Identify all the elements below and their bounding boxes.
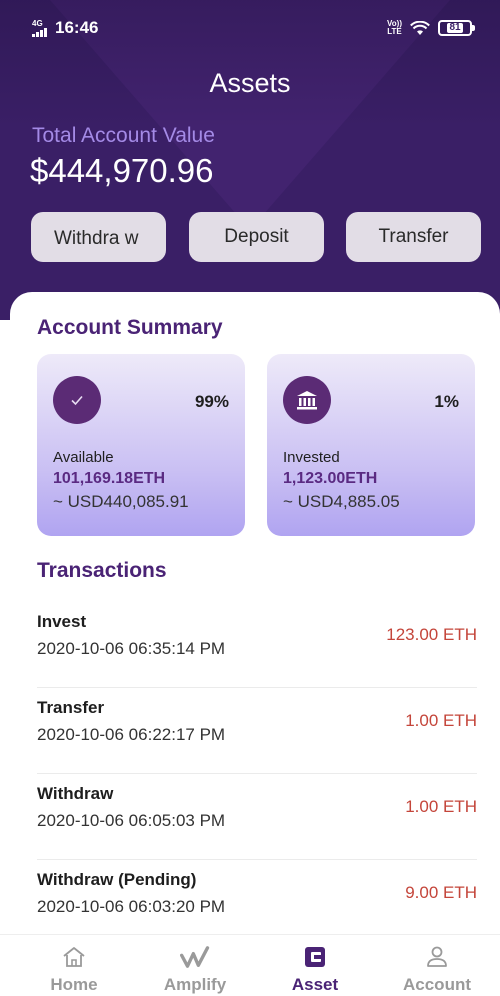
page-title: Assets [209,68,291,98]
transaction-type: Withdraw [37,784,114,803]
amplify-icon [180,943,210,971]
status-time: 16:46 [55,18,99,37]
user-icon [422,943,452,971]
bank-icon [283,376,331,424]
transaction-type: Invest [37,612,87,631]
status-bar: 4G 16:46 Vo)) LTE 81 [0,0,500,56]
withdraw-button[interactable]: Withdra w [31,212,166,262]
nav-item-asset[interactable]: Asset [260,935,370,996]
transaction-type: Transfer [37,698,105,717]
available-card[interactable]: 99% Available 101,169.18ETH ~ USD440,085… [37,354,245,536]
transaction-row[interactable]: Invest 2020-10-06 06:35:14 PM 123.00 ETH [37,602,477,688]
account-summary-title: Account Summary [37,316,223,339]
transaction-amount: 123.00 ETH [386,625,477,644]
invested-usd: ~ USD4,885.05 [283,492,400,511]
nav-item-home[interactable]: Home [19,935,129,996]
nav-item-amplify[interactable]: Amplify [140,935,250,996]
invested-label: Invested [283,449,340,466]
transaction-amount: 1.00 ETH [405,797,477,816]
transaction-type: Withdraw (Pending) [37,870,197,889]
invested-card[interactable]: 1% Invested 1,123.00ETH ~ USD4,885.05 [267,354,475,536]
available-usd: ~ USD440,085.91 [53,492,189,511]
check-icon [53,376,101,424]
invested-percent: 1% [434,392,459,411]
transaction-date: 2020-10-06 06:03:20 PM [37,897,226,916]
nav-item-account[interactable]: Account [382,935,492,996]
total-account-value: $444,970.96 [30,152,214,189]
transactions-title: Transactions [37,559,167,582]
available-amount: 101,169.18ETH [53,470,166,487]
status-right: Vo)) LTE 81 [387,19,475,36]
wifi-icon [410,20,430,35]
battery-level: 81 [447,22,463,33]
invested-amount: 1,123.00ETH [283,470,378,487]
total-account-value-label: Total Account Value [32,124,215,147]
wallet-icon [300,943,330,971]
transaction-date: 2020-10-06 06:35:14 PM [37,639,226,658]
available-label: Available [53,449,114,466]
nav-label-asset: Asset [291,975,339,994]
nav-label-amplify: Amplify [163,975,227,994]
home-icon [59,943,89,971]
nav-label-account: Account [403,975,471,994]
transaction-date: 2020-10-06 06:22:17 PM [37,725,226,744]
available-percent: 99% [194,392,229,411]
status-left: 4G 16:46 [32,18,98,38]
battery-icon: 81 [438,20,475,36]
transaction-amount: 1.00 ETH [405,711,477,730]
transaction-row[interactable]: Transfer 2020-10-06 06:22:17 PM 1.00 ETH [37,688,477,774]
nav-label-home: Home [50,975,98,994]
bottom-navigation: Home Amplify Asset Account [0,934,500,996]
content-sheet: Account Summary 99% Available 101,169.18… [10,292,500,942]
transfer-button[interactable]: Transfer [346,212,481,262]
action-buttons: Withdra w Deposit Transfer [0,212,500,262]
network-type: 4G [32,18,43,28]
volte-icon: Vo)) LTE [387,19,402,36]
transaction-list: Invest 2020-10-06 06:35:14 PM 123.00 ETH… [10,602,500,946]
transaction-date: 2020-10-06 06:05:03 PM [37,811,226,830]
transaction-amount: 9.00 ETH [405,883,477,902]
signal-icon: 4G [32,18,47,37]
deposit-button[interactable]: Deposit [189,212,324,262]
transaction-row[interactable]: Withdraw 2020-10-06 06:05:03 PM 1.00 ETH [37,774,477,860]
